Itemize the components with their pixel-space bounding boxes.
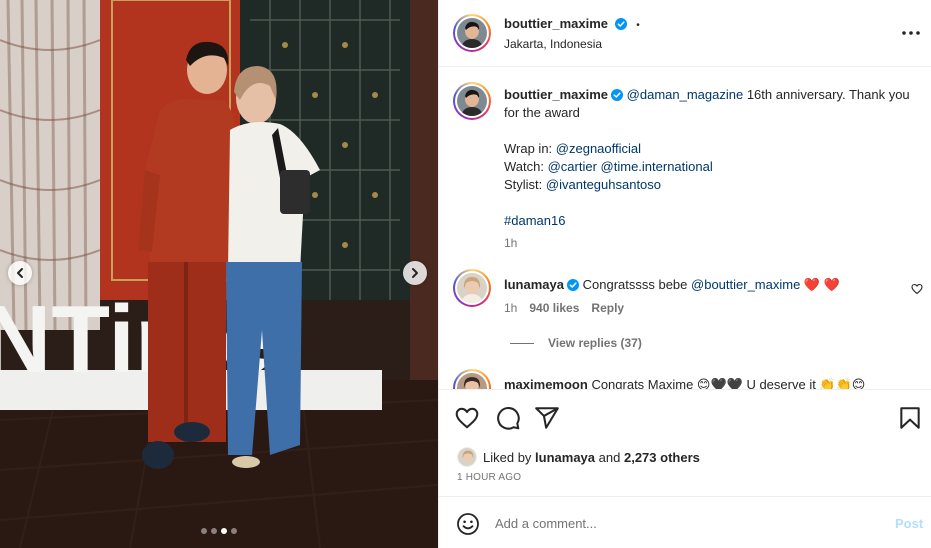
commenter-avatar-image [457, 273, 487, 303]
caption-username[interactable]: bouttier_maxime [504, 87, 608, 102]
commenter-avatar-image [457, 373, 487, 389]
author-avatar-image [457, 18, 487, 48]
post-caption: bouttier_maxime @daman_magazine 16th ann… [504, 86, 914, 230]
liked-by-avatar [457, 447, 477, 467]
carousel-indicator [0, 528, 438, 534]
view-replies-button[interactable]: View replies (37) [510, 336, 642, 350]
carousel-next-button[interactable] [403, 261, 427, 285]
caption-author-avatar[interactable] [453, 82, 491, 120]
heart-icon [911, 283, 923, 295]
add-comment-input[interactable] [495, 509, 875, 537]
view-replies-label: View replies (37) [548, 336, 642, 350]
post-media: NTime [0, 0, 438, 548]
add-comment-bar: Post [439, 496, 931, 548]
mention-link-zegna[interactable]: @zegnaofficial [556, 141, 641, 156]
comment-reply-button[interactable]: Reply [591, 301, 624, 315]
liked-by-user[interactable]: lunamaya [535, 450, 595, 465]
comment-item: maximemoon Congrats Maxime 😊🖤🖤 U deserve… [504, 376, 865, 389]
author-avatar[interactable] [453, 14, 491, 52]
header-separator-dot: • [636, 20, 640, 31]
carousel-dot [201, 528, 207, 534]
liked-by-prefix: Liked by [483, 449, 532, 465]
instagram-post: NTime bouttier_maxime • Jakarta, Indones… [0, 0, 931, 548]
carousel-dot [231, 528, 237, 534]
liked-by-avatar-image [458, 448, 476, 466]
share-button[interactable] [534, 405, 560, 431]
comment-text: Congrats Maxime 😊🖤🖤 U deserve it 👏👏😊 [591, 377, 866, 389]
post-side-panel: bouttier_maxime • Jakarta, Indonesia bou… [438, 0, 931, 548]
comment-username[interactable]: maximemoon [504, 377, 588, 389]
emoji-picker-button[interactable] [456, 512, 480, 536]
more-options-icon [902, 31, 920, 35]
save-button[interactable] [897, 405, 923, 431]
liked-by-others[interactable]: 2,273 others [624, 450, 700, 465]
caption-timestamp[interactable]: 1h [504, 236, 517, 250]
comment-icon [497, 407, 520, 430]
header-username-row: bouttier_maxime • [504, 16, 640, 31]
verified-badge-icon [614, 18, 627, 30]
replies-divider-line [510, 342, 534, 344]
carousel-dot [211, 528, 217, 534]
comment-timestamp[interactable]: 1h [504, 301, 517, 315]
share-icon [535, 407, 559, 429]
comment-likes-count[interactable]: 940 likes [529, 301, 579, 315]
bookmark-icon [900, 407, 920, 429]
carousel-prev-button[interactable] [8, 261, 32, 285]
post-location[interactable]: Jakarta, Indonesia [504, 37, 602, 51]
like-button[interactable] [454, 405, 480, 431]
caption-wrap-label: Wrap in: [504, 141, 556, 156]
caption-watch-label: Watch: [504, 159, 548, 174]
comments-list[interactable]: bouttier_maxime @daman_magazine 16th ann… [439, 68, 931, 389]
mention-link-time-international[interactable]: @time.international [601, 159, 713, 174]
mention-link-daman-magazine[interactable]: @daman_magazine [627, 87, 744, 102]
comment-mention-link[interactable]: @bouttier_maxime [691, 277, 800, 292]
more-options-button[interactable] [899, 24, 923, 42]
emoji-icon [457, 513, 479, 535]
heart-icon [455, 407, 479, 429]
mention-link-cartier[interactable]: @cartier [548, 159, 597, 174]
post-photo: NTime [0, 0, 438, 548]
caption-stylist-label: Stylist: [504, 177, 546, 192]
liked-by-and: and [598, 449, 621, 465]
post-header: bouttier_maxime • Jakarta, Indonesia [439, 0, 931, 67]
comment-username[interactable]: lunamaya [504, 277, 564, 292]
comment-item: lunamaya Congratssss bebe @bouttier_maxi… [504, 276, 884, 294]
chevron-right-icon [412, 268, 418, 278]
mention-link-stylist[interactable]: @ivanteguhsantoso [546, 177, 661, 192]
author-username[interactable]: bouttier_maxime [504, 16, 608, 31]
chevron-left-icon [17, 268, 23, 278]
carousel-dot [221, 528, 227, 534]
post-action-bar [439, 389, 931, 439]
comment-like-button[interactable] [911, 283, 923, 298]
caption-avatar-image [457, 86, 487, 116]
commenter-avatar[interactable] [453, 269, 491, 307]
liked-by-row[interactable]: Liked by lunamaya and 2,273 others [457, 447, 700, 467]
comment-text: Congratssss bebe [582, 277, 692, 292]
post-time-ago[interactable]: 1 HOUR AGO [457, 472, 521, 483]
hashtag-link[interactable]: #daman16 [504, 213, 565, 228]
commenter-avatar[interactable] [453, 369, 491, 389]
comment-meta: 1h 940 likes Reply [504, 301, 624, 315]
verified-badge-icon [566, 279, 579, 291]
post-comment-button[interactable]: Post [895, 516, 923, 531]
heart-emoji: ❤️ ❤️ [800, 277, 840, 292]
verified-badge-icon [611, 89, 624, 101]
comment-button[interactable] [495, 405, 521, 431]
